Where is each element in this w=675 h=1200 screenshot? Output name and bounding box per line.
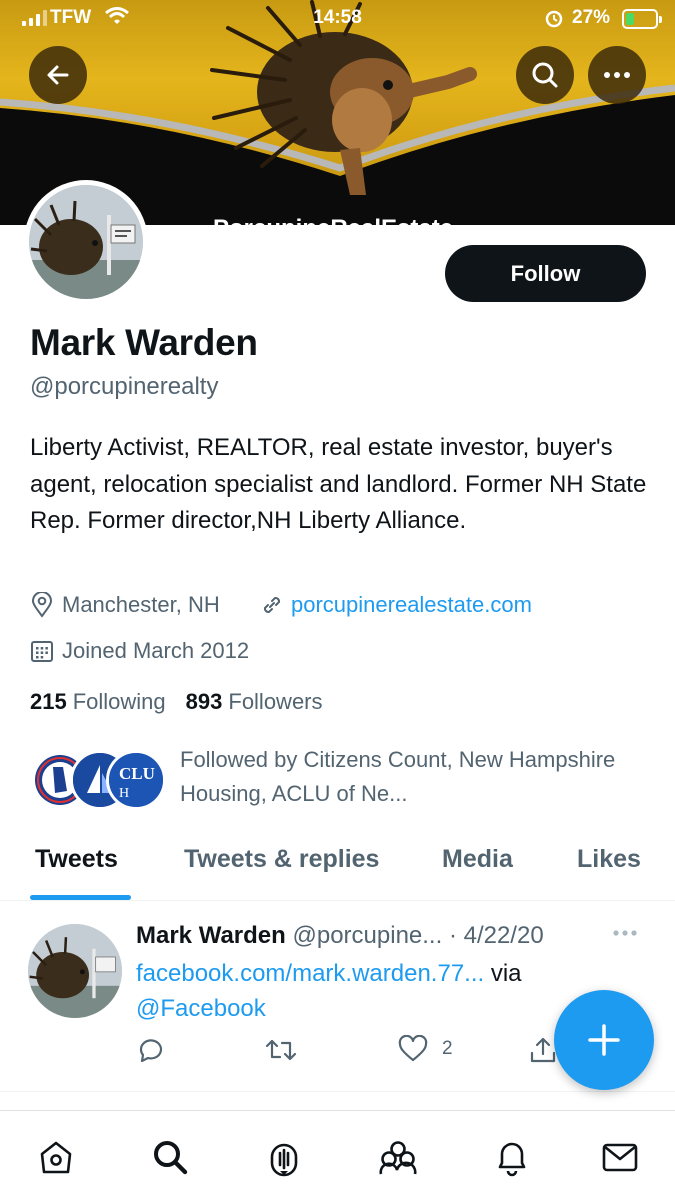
followers-link[interactable]: 893 Followers bbox=[186, 689, 323, 715]
nav-messages[interactable] bbox=[598, 1135, 642, 1179]
following-link[interactable]: 215 Following bbox=[30, 689, 166, 715]
tweet-date[interactable]: · 4/22/20 bbox=[449, 922, 544, 949]
profile-handle: @porcupinerealty bbox=[30, 373, 219, 400]
back-button[interactable] bbox=[29, 46, 87, 104]
aclu-nh-avatar: CLU H bbox=[106, 750, 166, 810]
tweet-actions: 2 bbox=[136, 1035, 576, 1071]
plus-icon bbox=[588, 1024, 620, 1056]
messages-icon bbox=[602, 1143, 638, 1172]
tab-tweets-replies[interactable]: Tweets & replies bbox=[184, 845, 379, 874]
joined-text: Joined March 2012 bbox=[62, 638, 250, 663]
link-icon bbox=[263, 596, 281, 614]
followers-count: 893 bbox=[185, 689, 223, 714]
follow-counts: 215 Following 893 Followers bbox=[30, 689, 323, 715]
retweet-icon bbox=[265, 1039, 297, 1061]
tab-tweets[interactable]: Tweets bbox=[35, 845, 118, 874]
search-icon bbox=[532, 62, 558, 88]
search-button[interactable] bbox=[516, 46, 574, 104]
arrow-left-icon bbox=[47, 65, 69, 85]
profile-website-link[interactable]: porcupinerealestate.com bbox=[260, 592, 532, 618]
tweet-via: via bbox=[484, 960, 522, 987]
followers-label: Followers bbox=[228, 689, 323, 714]
nav-communities[interactable] bbox=[376, 1135, 420, 1179]
following-count: 215 bbox=[30, 689, 67, 714]
battery-charging-icon bbox=[622, 9, 662, 29]
tweet-text: facebook.com/mark.warden.77... via @Face… bbox=[136, 956, 616, 1026]
calendar-icon bbox=[31, 641, 53, 662]
porcupine-avatar-image bbox=[29, 185, 143, 299]
profile-avatar-frame[interactable] bbox=[24, 180, 148, 304]
nav-home[interactable] bbox=[34, 1135, 78, 1179]
porcupine-avatar-image bbox=[28, 924, 122, 1018]
profile-bio: Liberty Activist, REALTOR, real estate i… bbox=[30, 434, 647, 534]
follow-button[interactable]: Follow bbox=[445, 245, 646, 302]
more-horizontal-icon bbox=[604, 72, 630, 78]
retweet-button[interactable] bbox=[264, 1035, 298, 1065]
heart-icon bbox=[398, 1035, 428, 1062]
nav-notifications[interactable] bbox=[490, 1135, 534, 1179]
status-bar: TFW 14:58 27% bbox=[0, 0, 675, 40]
svg-text:H: H bbox=[119, 786, 129, 801]
avatar[interactable] bbox=[29, 185, 143, 299]
tab-media[interactable]: Media bbox=[442, 845, 513, 874]
svg-text:PorcupineRealEstate: PorcupineRealEstate bbox=[213, 215, 453, 225]
tweet-more-button[interactable] bbox=[612, 924, 638, 942]
tab-likes[interactable]: Likes bbox=[577, 845, 641, 874]
tweet-author-name[interactable]: Mark Warden bbox=[136, 922, 286, 949]
reply-button[interactable] bbox=[136, 1035, 166, 1065]
battery-percent: 27% bbox=[572, 7, 611, 28]
tweet-author-handle: @porcupine... bbox=[292, 922, 443, 949]
communities-icon bbox=[379, 1141, 417, 1175]
reply-icon bbox=[139, 1039, 163, 1063]
profile-tabs: Tweets Tweets & replies Media Likes bbox=[0, 825, 675, 901]
active-tab-indicator bbox=[30, 895, 131, 900]
tweet-link[interactable]: facebook.com/mark.warden.77... bbox=[136, 960, 484, 987]
more-button[interactable] bbox=[588, 46, 646, 104]
followed-by-text[interactable]: Followed by Citizens Count, New Hampshir… bbox=[180, 743, 620, 811]
bottom-navigation bbox=[0, 1110, 675, 1200]
nav-spaces[interactable] bbox=[262, 1135, 306, 1179]
home-icon bbox=[40, 1141, 72, 1174]
location-pin-icon bbox=[31, 592, 53, 618]
tweet-avatar[interactable] bbox=[28, 924, 122, 1018]
more-horizontal-icon bbox=[613, 930, 637, 936]
website-text[interactable]: porcupinerealestate.com bbox=[291, 592, 532, 618]
location-text: Manchester, NH bbox=[62, 592, 220, 617]
profile-location: Manchester, NH bbox=[30, 592, 220, 618]
alarm-icon bbox=[544, 8, 564, 34]
compose-tweet-button[interactable] bbox=[554, 990, 654, 1090]
profile-joined-date: Joined March 2012 bbox=[30, 638, 249, 664]
search-icon bbox=[154, 1141, 188, 1175]
like-button[interactable]: 2 bbox=[398, 1035, 453, 1063]
tweet-mention[interactable]: @Facebook bbox=[136, 995, 266, 1022]
followed-by-avatars[interactable]: CLU H bbox=[30, 750, 170, 810]
nav-search[interactable] bbox=[148, 1135, 192, 1179]
profile-display-name: Mark Warden bbox=[30, 322, 258, 363]
svg-text:CLU: CLU bbox=[119, 764, 155, 783]
notifications-icon bbox=[498, 1142, 526, 1177]
tweet-header: Mark Warden @porcupine... · 4/22/20 bbox=[136, 922, 606, 950]
like-count: 2 bbox=[442, 1038, 453, 1059]
following-label: Following bbox=[72, 689, 166, 714]
spaces-icon bbox=[270, 1143, 298, 1177]
